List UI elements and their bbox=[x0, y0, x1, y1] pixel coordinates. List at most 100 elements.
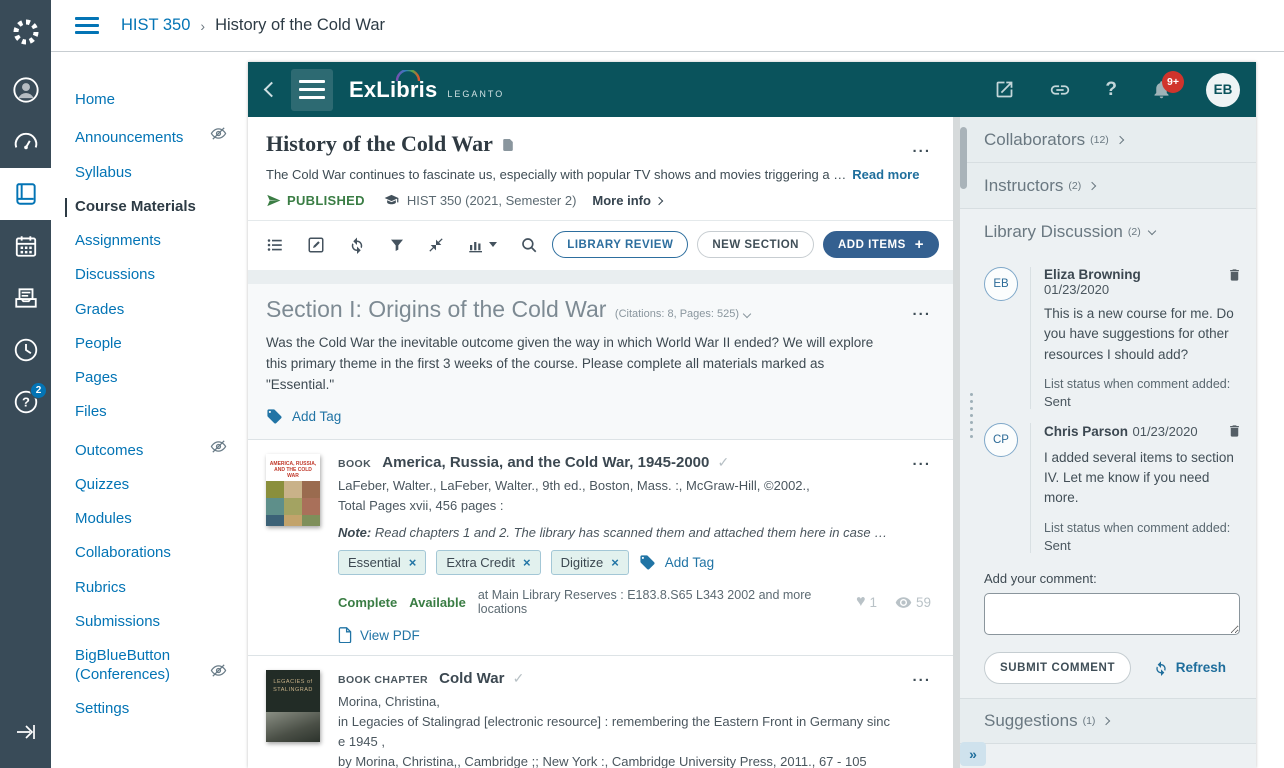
courses-icon[interactable] bbox=[0, 168, 51, 220]
sidebar-item-submissions[interactable]: Submissions bbox=[75, 613, 227, 632]
analytics-chart-icon[interactable] bbox=[467, 236, 497, 254]
comment-date: 01/23/2020 bbox=[1044, 282, 1244, 297]
list-more-options-button[interactable]: ... bbox=[912, 143, 931, 153]
view-pdf-link[interactable]: View PDF bbox=[338, 627, 935, 643]
remove-tag-icon[interactable]: × bbox=[611, 555, 619, 570]
sidebar-item-syllabus[interactable]: Syllabus bbox=[75, 164, 227, 183]
breadcrumb-course-link[interactable]: HIST 350 bbox=[121, 16, 190, 35]
delete-comment-icon[interactable] bbox=[1227, 423, 1242, 444]
splitter-drag-handle-icon[interactable] bbox=[970, 393, 973, 438]
expand-nav-icon[interactable] bbox=[0, 706, 51, 758]
tag-icon bbox=[266, 408, 283, 425]
course-menu-toggle-icon[interactable] bbox=[75, 17, 99, 34]
citation-item[interactable]: AMERICA, RUSSIA, AND THE COLD WAR BOOK A… bbox=[248, 439, 953, 655]
hidden-eye-icon bbox=[210, 438, 227, 461]
breadcrumb-page-title: History of the Cold War bbox=[215, 16, 385, 35]
likes-count[interactable]: ♥1 bbox=[856, 594, 877, 610]
citation-source-cont: e 1945 , bbox=[338, 732, 935, 752]
library-review-button[interactable]: LIBRARY REVIEW bbox=[552, 231, 688, 258]
location-text: at Main Library Reserves : E183.8.S65 L3… bbox=[478, 588, 856, 616]
sidebar-item-collaborations[interactable]: Collaborations bbox=[75, 544, 227, 563]
search-icon[interactable] bbox=[520, 236, 538, 254]
user-avatar[interactable]: EB bbox=[1206, 73, 1240, 107]
completion-status[interactable]: Complete bbox=[338, 595, 397, 610]
collapse-panel-button[interactable]: » bbox=[960, 742, 986, 766]
sidebar-item-assignments[interactable]: Assignments bbox=[75, 232, 227, 251]
library-discussion-header[interactable]: Library Discussion (2) bbox=[960, 209, 1256, 255]
reading-list-main: History of the Cold War ... The Cold War… bbox=[248, 117, 953, 768]
account-icon[interactable] bbox=[0, 64, 51, 116]
citation-more-options-button[interactable]: ... bbox=[912, 456, 931, 466]
canvas-logo-icon[interactable] bbox=[0, 0, 51, 64]
section-title: Section I: Origins of the Cold War bbox=[266, 296, 606, 322]
inbox-icon[interactable] bbox=[0, 272, 51, 324]
sidebar-item-people[interactable]: People bbox=[75, 335, 227, 354]
citation-source: in Legacies of Stalingrad [electronic re… bbox=[338, 712, 935, 732]
sidebar-item-announcements[interactable]: Announcements bbox=[75, 125, 227, 148]
sidebar-item-home[interactable]: Home bbox=[75, 91, 227, 110]
sidebar-item-modules[interactable]: Modules bbox=[75, 510, 227, 529]
list-note-icon[interactable] bbox=[503, 138, 513, 155]
sidebar-item-outcomes[interactable]: Outcomes bbox=[75, 438, 227, 461]
calendar-icon[interactable] bbox=[0, 220, 51, 272]
list-title: History of the Cold War bbox=[266, 131, 493, 156]
new-section-button[interactable]: NEW SECTION bbox=[697, 231, 814, 258]
sidebar-item-bigbluebutton[interactable]: BigBlueButton (Conferences) bbox=[75, 647, 227, 685]
back-icon[interactable] bbox=[264, 82, 280, 98]
more-info-link[interactable]: More info bbox=[592, 193, 662, 208]
book-cover-thumbnail: AMERICA, RUSSIA, AND THE COLD WAR bbox=[266, 454, 322, 643]
chevron-right-icon bbox=[1116, 135, 1124, 143]
delete-comment-icon[interactable] bbox=[1227, 267, 1242, 288]
filter-icon[interactable] bbox=[389, 237, 405, 253]
panel-splitter[interactable] bbox=[953, 117, 960, 768]
sidebar-item-pages[interactable]: Pages bbox=[75, 369, 227, 388]
collapse-sections-icon[interactable] bbox=[428, 237, 444, 253]
course-nav: Home Announcements Syllabus Course Mater… bbox=[51, 53, 248, 768]
heart-icon: ♥ bbox=[856, 594, 866, 610]
sidebar-item-quizzes[interactable]: Quizzes bbox=[75, 476, 227, 495]
instructors-header[interactable]: Instructors (2) bbox=[960, 163, 1256, 209]
citation-publisher: by Morina, Christina,, Cambridge ;; New … bbox=[338, 752, 935, 768]
add-items-button[interactable]: ADD ITEMS+ bbox=[823, 231, 939, 258]
commenter-avatar: CP bbox=[984, 423, 1018, 457]
chevron-down-icon[interactable] bbox=[743, 310, 751, 318]
remove-tag-icon[interactable]: × bbox=[409, 555, 417, 570]
read-more-link[interactable]: Read more bbox=[852, 167, 919, 182]
permalink-icon[interactable] bbox=[1049, 79, 1071, 101]
section-add-tag[interactable]: Add Tag bbox=[266, 408, 935, 425]
sidebar-item-rubrics[interactable]: Rubrics bbox=[75, 579, 227, 598]
check-icon: ✓ bbox=[718, 454, 730, 470]
sidebar-item-settings[interactable]: Settings bbox=[75, 700, 227, 719]
collaborators-header[interactable]: Collaborators (12) bbox=[960, 117, 1256, 163]
refresh-list-icon[interactable] bbox=[348, 236, 366, 254]
published-status: PUBLISHED bbox=[266, 193, 365, 208]
toc-list-icon[interactable] bbox=[266, 236, 284, 254]
citation-add-tag[interactable]: Add Tag bbox=[639, 554, 714, 571]
submit-comment-button[interactable]: SUBMIT COMMENT bbox=[984, 652, 1131, 684]
sidebar-item-discussions[interactable]: Discussions bbox=[75, 266, 227, 285]
help-badge: 2 bbox=[30, 382, 47, 399]
citation-more-options-button[interactable]: ... bbox=[912, 672, 931, 682]
help-icon[interactable]: ? bbox=[1105, 79, 1117, 101]
refresh-link[interactable]: Refresh bbox=[1153, 660, 1226, 676]
notifications-badge: 9+ bbox=[1162, 71, 1184, 93]
open-external-icon[interactable] bbox=[994, 79, 1015, 100]
edit-list-icon[interactable] bbox=[307, 236, 325, 254]
section-more-options-button[interactable]: ... bbox=[912, 306, 931, 316]
dashboard-icon[interactable] bbox=[0, 116, 51, 168]
help-icon[interactable]: ? 2 bbox=[0, 376, 51, 428]
sidebar-item-grades[interactable]: Grades bbox=[75, 301, 227, 320]
suggestions-header[interactable]: Suggestions (1) bbox=[960, 698, 1256, 744]
pdf-icon bbox=[338, 627, 352, 643]
remove-tag-icon[interactable]: × bbox=[523, 555, 531, 570]
citation-title[interactable]: America, Russia, and the Cold War, 1945-… bbox=[382, 454, 709, 471]
citation-title[interactable]: Cold War bbox=[439, 670, 504, 687]
sidebar-item-files[interactable]: Files bbox=[75, 403, 227, 422]
notifications-bell-icon[interactable]: 9+ bbox=[1151, 79, 1172, 100]
history-icon[interactable] bbox=[0, 324, 51, 376]
sidebar-item-course-materials[interactable]: Course Materials bbox=[65, 198, 217, 217]
citation-item[interactable]: LEGACIES of STALINGRAD BOOK CHAPTER Cold… bbox=[248, 655, 953, 768]
comment-input[interactable] bbox=[984, 593, 1240, 635]
panel-scrollbar[interactable] bbox=[960, 127, 967, 189]
leganto-menu-icon[interactable] bbox=[291, 69, 333, 111]
